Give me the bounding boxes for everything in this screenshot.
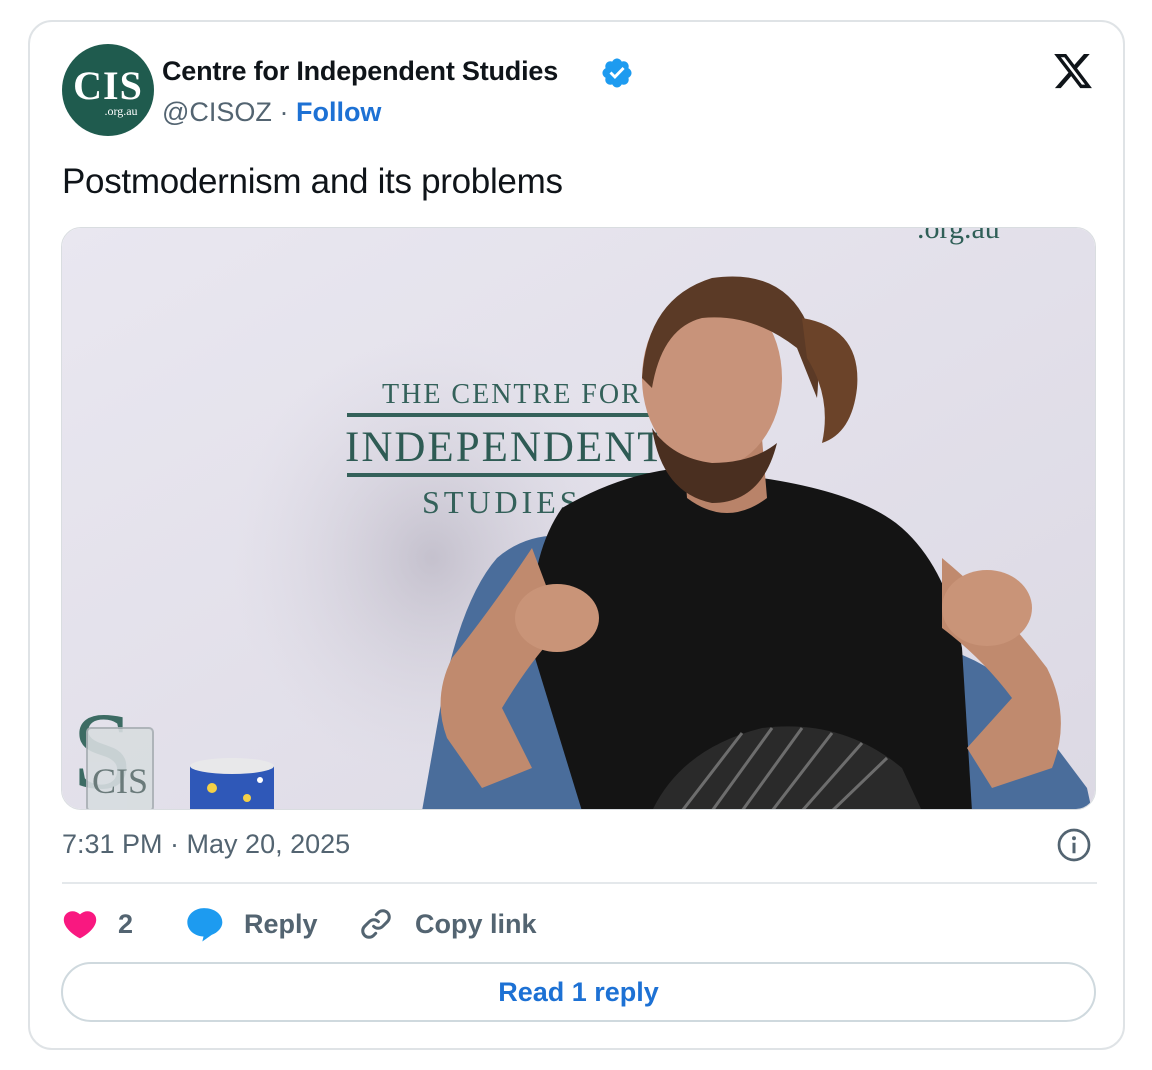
backdrop-text-line1: THE CENTRE FOR [382,379,642,410]
embedded-tweet-card: CIS .org.au Centre for Independent Studi… [28,20,1125,1050]
avatar[interactable]: CIS .org.au [62,44,154,136]
copy-link-label: Copy link [415,908,537,939]
tweet-timestamp[interactable]: 7:31 PM · May 20, 2025 [62,829,350,860]
divider [62,882,1097,884]
avatar-logo-text: CIS [73,63,143,108]
backdrop-text-top: .org.au [917,228,1000,245]
tweet-actions: 2 Reply Copy link [62,902,1097,946]
reply-label: Reply [244,908,318,939]
tweet-video-thumbnail[interactable]: .org.au THE CENTRE FOR INDEPENDENT STUDI… [61,227,1096,810]
avatar-logo-subtext: .org.au [104,104,138,118]
like-count: 2 [118,908,134,939]
video-frame-illustration: .org.au THE CENTRE FOR INDEPENDENT STUDI… [62,228,1095,809]
follow-button[interactable]: Follow [296,97,381,127]
info-icon[interactable] [1056,827,1092,863]
verified-badge-icon [602,58,632,88]
backdrop-text-line3: STUDIES [422,484,582,520]
link-icon [361,909,391,939]
author-handle[interactable]: @CISOZ [162,97,272,127]
backdrop-text-line2: INDEPENDENT [345,424,666,471]
tweet-text: Postmodernism and its problems [62,162,563,201]
separator-dot: · [279,97,289,127]
copy-link-button[interactable]: Copy link [357,902,537,946]
x-logo-icon[interactable] [1052,50,1094,92]
reply-bubble-icon [187,908,223,942]
read-reply-button[interactable]: Read 1 reply [61,962,1096,1022]
reply-button[interactable]: Reply [184,902,318,946]
author-handle-row: @CISOZ · Follow [162,97,381,128]
like-button[interactable]: 2 [62,902,133,946]
author-name[interactable]: Centre for Independent Studies [162,56,558,87]
glass-text: CIS [92,761,148,801]
heart-icon [63,911,97,939]
